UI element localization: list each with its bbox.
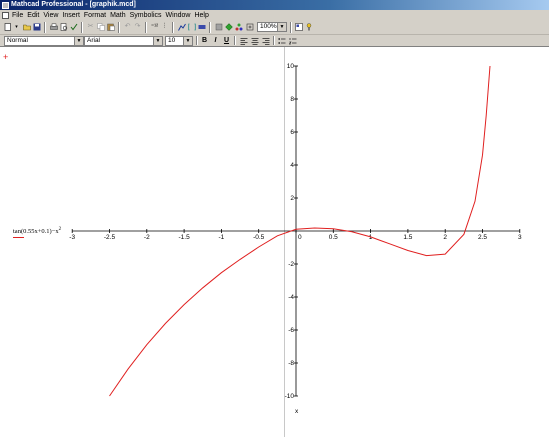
save-icon[interactable] <box>32 22 41 31</box>
insert-graph-icon[interactable] <box>177 22 186 31</box>
mathcad-app-icon <box>2 1 9 9</box>
numbering-icon[interactable] <box>288 36 297 45</box>
menu-insert[interactable]: Insert <box>62 12 84 19</box>
resource-center-icon[interactable] <box>234 22 243 31</box>
italic-button[interactable]: I <box>211 36 220 46</box>
x-tick-label: -2.5 <box>104 234 116 241</box>
x-tick-label: -0.5 <box>253 234 265 241</box>
x-tick-label: 0 <box>298 234 302 241</box>
new-dropdown-icon[interactable]: ▾ <box>12 22 21 31</box>
help-pointer-icon[interactable] <box>304 22 313 31</box>
cut-icon[interactable]: ✂ <box>86 22 95 31</box>
menu-bar: File Edit View Insert Format Math Symbol… <box>0 10 549 20</box>
menu-math[interactable]: Math <box>110 12 130 19</box>
window-title: Mathcad Professional - [graphik.mcd] <box>11 1 136 8</box>
x-tick-label: 1.5 <box>403 234 412 241</box>
insert-component-icon[interactable] <box>224 22 233 31</box>
x-tick-label: -1 <box>219 234 225 241</box>
document-icon[interactable] <box>2 11 9 19</box>
paste-icon[interactable] <box>106 22 115 31</box>
chevron-down-icon[interactable]: ▼ <box>153 37 162 45</box>
title-bar: Mathcad Professional - [graphik.mcd] <box>0 0 549 10</box>
menu-window[interactable]: Window <box>166 12 195 19</box>
font-size-select[interactable]: 10 ▼ <box>165 36 193 46</box>
y-tick-label: 4 <box>290 162 294 169</box>
xy-plot[interactable]: -3 -2.5 -2 -1.5 -1 -0.5 0.5 1 1.5 2 2.5 30 108642-2… <box>0 47 549 437</box>
y-tick-label: -10 <box>285 393 295 400</box>
font-select[interactable]: Arial ▼ <box>84 36 163 46</box>
x-tick-label: -3 <box>69 234 75 241</box>
y-tick-label: -8 <box>288 360 294 367</box>
copy-icon[interactable] <box>96 22 105 31</box>
insert-matrix-icon[interactable] <box>187 22 196 31</box>
spell-check-icon[interactable] <box>69 22 78 31</box>
y-tick-label: 2 <box>290 195 294 202</box>
bold-button[interactable]: B <box>200 36 209 46</box>
zoom-value: 100% <box>260 23 277 30</box>
y-tick-label: 8 <box>290 96 294 103</box>
font-size-value: 10 <box>168 37 176 44</box>
x-tick-label: 2 <box>443 234 447 241</box>
calculate-icon[interactable] <box>245 22 254 31</box>
chevron-down-icon[interactable]: ▼ <box>183 37 192 45</box>
x-tick-label: 0.5 <box>329 234 338 241</box>
align-center-icon[interactable] <box>250 36 259 45</box>
y-tick-label: 6 <box>290 129 294 136</box>
insert-unit-icon[interactable] <box>214 22 223 31</box>
menu-help[interactable]: Help <box>194 12 212 19</box>
standard-toolbar: ▾ ✂ ↶ ↷ ⁼¹² ⫶ 100% ▼ <box>0 20 549 35</box>
style-select[interactable]: Normal ▼ <box>4 36 84 46</box>
style-value: Normal <box>7 37 28 44</box>
chevron-down-icon[interactable]: ▼ <box>74 37 83 45</box>
print-icon[interactable] <box>49 22 58 31</box>
y-tick-label: 10 <box>287 63 295 70</box>
menu-format[interactable]: Format <box>84 12 110 19</box>
worksheet[interactable]: + tan(0.55x+0.1)−x2 -3 -2.5 -2 -1.5 -1 -0.5 0.… <box>0 47 549 437</box>
align-right-icon[interactable] <box>261 36 270 45</box>
x-tick-label: 2.5 <box>478 234 487 241</box>
y-tick-label: -4 <box>288 294 294 301</box>
math-palette-icon[interactable] <box>294 22 303 31</box>
underline-button[interactable]: U <box>222 36 231 46</box>
formatting-toolbar: Normal ▼ Arial ▼ 10 ▼ B I U <box>0 35 549 47</box>
menu-symbolics[interactable]: Symbolics <box>130 12 166 19</box>
menu-view[interactable]: View <box>43 12 62 19</box>
open-folder-icon[interactable] <box>22 22 31 31</box>
x-axis-variable: x <box>295 408 299 415</box>
redo-icon[interactable]: ↷ <box>133 22 142 31</box>
x-tick-label: -1.5 <box>178 234 190 241</box>
y-tick-label: -2 <box>288 261 294 268</box>
bullets-icon[interactable] <box>277 36 286 45</box>
x-tick-label: 3 <box>518 234 522 241</box>
x-tick-label: -2 <box>144 234 150 241</box>
print-preview-icon[interactable] <box>59 22 68 31</box>
undo-icon[interactable]: ↶ <box>123 22 132 31</box>
chevron-down-icon[interactable]: ▼ <box>277 23 286 31</box>
new-document-icon[interactable] <box>3 22 12 31</box>
menu-edit[interactable]: Edit <box>27 12 43 19</box>
font-value: Arial <box>87 37 101 44</box>
y-tick-label: -6 <box>288 327 294 334</box>
menu-file[interactable]: File <box>12 12 27 19</box>
align-down-icon[interactable]: ⫶ <box>160 22 169 31</box>
insert-function-icon[interactable] <box>197 22 206 31</box>
zoom-select[interactable]: 100% ▼ <box>257 22 287 32</box>
align-across-icon[interactable]: ⁼¹² <box>150 22 159 31</box>
align-left-icon[interactable] <box>239 36 248 45</box>
